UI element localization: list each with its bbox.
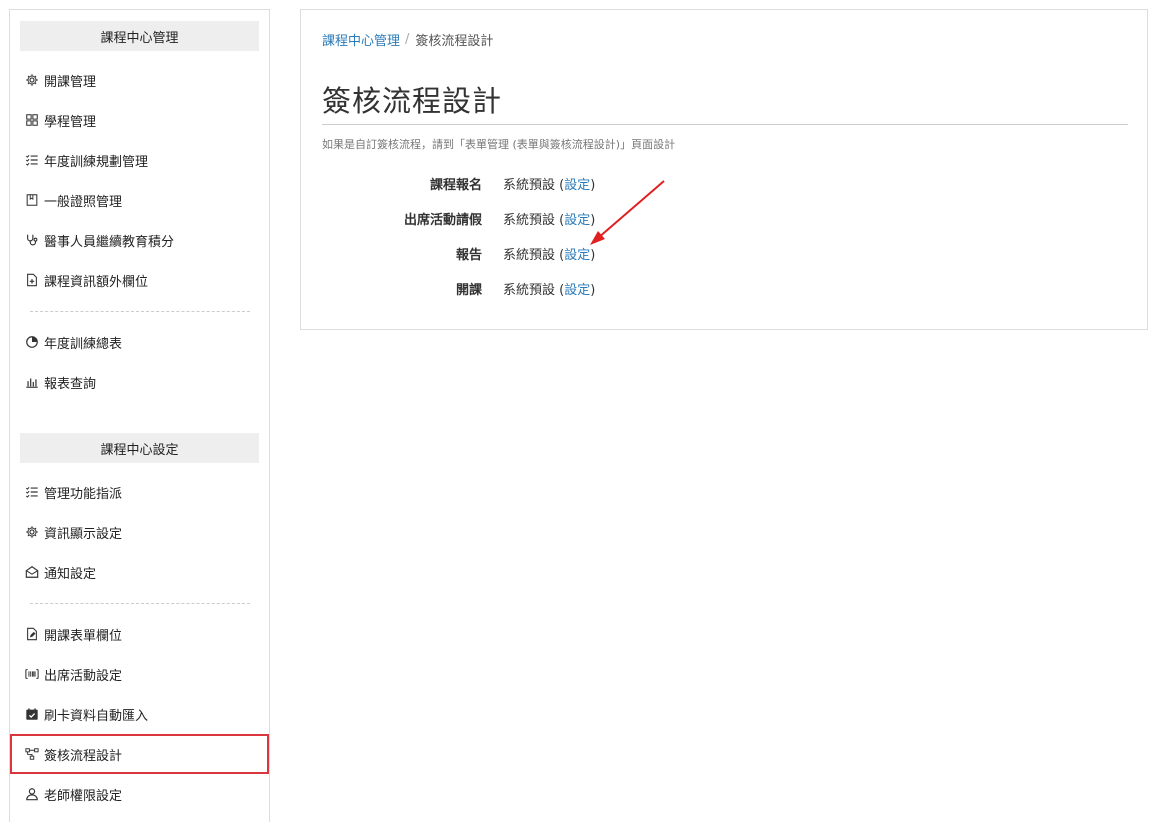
- flow-label: 出席活動請假: [403, 212, 482, 228]
- sidebar-item-function-assignment[interactable]: 管理功能指派: [24, 480, 122, 504]
- flow-value-text: 系統預設: [503, 282, 556, 298]
- user-icon: [24, 786, 40, 802]
- grid-icon: [24, 112, 40, 128]
- flow-row-report: 報告 系統預設 (設定): [301, 243, 901, 263]
- paren-close: ): [590, 177, 596, 193]
- sidebar-item-label: 管理功能指派: [44, 486, 123, 502]
- breadcrumb: 課程中心管理 / 簽核流程設計: [322, 30, 493, 49]
- flow-value: 系統預設 (設定): [503, 174, 595, 193]
- sidebar-item-label: 年度訓練總表: [44, 336, 123, 352]
- flow-value: 系統預設 (設定): [503, 244, 595, 263]
- sidebar-item-label: 簽核流程設計: [44, 748, 123, 764]
- flow-settings-link[interactable]: 設定: [564, 283, 590, 298]
- bar-chart-icon: [24, 374, 40, 390]
- sidebar-item-course-form-fields[interactable]: 開課表單欄位: [24, 622, 122, 646]
- certificate-icon: [24, 192, 40, 208]
- sidebar-item-certificate-management[interactable]: 一般證照管理: [24, 188, 122, 212]
- flow-label: 課程報名: [429, 177, 482, 193]
- sidebar-item-report-query[interactable]: 報表查詢: [24, 370, 96, 394]
- flow-label: 開課: [455, 282, 482, 298]
- page-title: 簽核流程設計: [322, 84, 503, 118]
- checklist-icon: [24, 484, 40, 500]
- flow-row-open-course: 開課 系統預設 (設定): [301, 278, 901, 298]
- paren-close: ): [590, 282, 596, 298]
- sidebar-item-annual-training-plan[interactable]: 年度訓練規劃管理: [24, 148, 148, 172]
- section-header-course-center-settings: 課程中心設定: [20, 433, 259, 463]
- sidebar-item-label: 報表查詢: [44, 376, 97, 392]
- sidebar-item-label: 年度訓練規劃管理: [44, 154, 149, 170]
- sidebar-item-label: 課程資訊額外欄位: [44, 274, 149, 290]
- sidebar-item-display-settings[interactable]: 資訊顯示設定: [24, 520, 122, 544]
- sidebar-item-program-management[interactable]: 學程管理: [24, 108, 96, 132]
- sidebar-item-teacher-permissions[interactable]: 老師權限設定: [24, 782, 122, 806]
- paren-close: ): [590, 212, 596, 228]
- flow-settings-link[interactable]: 設定: [564, 213, 590, 228]
- flow-value: 系統預設 (設定): [503, 209, 595, 228]
- sidebar-divider: [30, 603, 250, 604]
- gear-icon: [24, 524, 40, 540]
- help-text: 如果是自訂簽核流程，請到「表單管理 (表單與簽核流程設計)」頁面設計: [322, 138, 676, 151]
- sidebar-item-label: 開課管理: [44, 74, 97, 90]
- sidebar-item-card-auto-import[interactable]: 刷卡資料自動匯入: [24, 702, 148, 726]
- file-edit-icon: [24, 626, 40, 642]
- breadcrumb-separator: /: [405, 32, 410, 47]
- flow-row-course-registration: 課程報名 系統預設 (設定): [301, 173, 901, 193]
- sidebar-item-annual-training-summary[interactable]: 年度訓練總表: [24, 330, 122, 354]
- sidebar-item-label: 開課表單欄位: [44, 628, 123, 644]
- sidebar-item-label: 通知設定: [44, 566, 97, 582]
- sidebar-item-label: 一般證照管理: [44, 194, 123, 210]
- section-header-course-center-management: 課程中心管理: [20, 21, 259, 51]
- flow-value: 系統預設 (設定): [503, 279, 595, 298]
- sidebar-item-extra-fields[interactable]: 課程資訊額外欄位: [24, 268, 148, 292]
- stethoscope-icon: [24, 232, 40, 248]
- sidebar-item-label: 刷卡資料自動匯入: [44, 708, 149, 724]
- sidebar-item-label: 醫事人員繼續教育積分: [44, 234, 175, 250]
- main-panel: 課程中心管理 / 簽核流程設計 簽核流程設計 如果是自訂簽核流程，請到「表單管理…: [300, 9, 1148, 330]
- flow-value-text: 系統預設: [503, 247, 556, 263]
- sidebar: 課程中心管理 開課管理 學程管理 年度訓練規劃管理 一般證照管理 醫事人員繼續教…: [9, 9, 270, 822]
- title-divider: [322, 124, 1128, 125]
- flow-settings-link[interactable]: 設定: [564, 248, 590, 263]
- sidebar-item-label: 老師權限設定: [44, 788, 123, 804]
- checklist-icon: [24, 152, 40, 168]
- sidebar-item-label: 出席活動設定: [44, 668, 123, 684]
- flow-row-attendance-leave: 出席活動請假 系統預設 (設定): [301, 208, 901, 228]
- gear-icon: [24, 72, 40, 88]
- flow-value-text: 系統預設: [503, 177, 556, 193]
- sidebar-item-label: 資訊顯示設定: [44, 526, 123, 542]
- file-plus-icon: [24, 272, 40, 288]
- flow-settings-link[interactable]: 設定: [564, 178, 590, 193]
- envelope-open-icon: [24, 564, 40, 580]
- sidebar-item-notification-settings[interactable]: 通知設定: [24, 560, 96, 584]
- flow-label: 報告: [455, 247, 482, 263]
- paren-close: ): [590, 247, 596, 263]
- barcode-icon: [24, 666, 40, 682]
- sidebar-item-medical-credits[interactable]: 醫事人員繼續教育積分: [24, 228, 174, 252]
- sidebar-item-course-management[interactable]: 開課管理: [24, 68, 96, 92]
- breadcrumb-parent-link[interactable]: 課程中心管理: [322, 30, 400, 49]
- calendar-check-icon: [24, 706, 40, 722]
- sidebar-item-attendance-settings[interactable]: 出席活動設定: [24, 662, 122, 686]
- flow-value-text: 系統預設: [503, 212, 556, 228]
- flowchart-icon: [24, 746, 40, 762]
- sidebar-divider: [30, 311, 250, 312]
- sidebar-item-approval-flow-design[interactable]: 簽核流程設計: [24, 742, 122, 766]
- sidebar-item-label: 學程管理: [44, 114, 97, 130]
- pie-chart-icon: [24, 334, 40, 350]
- breadcrumb-current: 簽核流程設計: [415, 34, 494, 49]
